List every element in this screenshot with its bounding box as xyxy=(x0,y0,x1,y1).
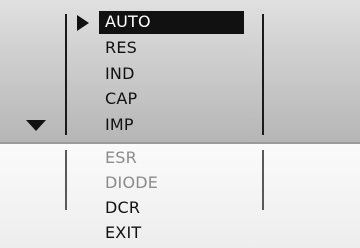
menu-item-ind[interactable]: IND xyxy=(105,64,135,84)
menu-panel-lower xyxy=(0,143,360,248)
menu-item-exit[interactable]: EXIT xyxy=(105,223,141,243)
menu-item-res[interactable]: RES xyxy=(105,38,137,58)
menu-border-left xyxy=(65,14,67,135)
menu-item-esr[interactable]: ESR xyxy=(105,148,137,168)
menu-item-cap[interactable]: CAP xyxy=(105,89,137,109)
menu-item-imp[interactable]: IMP xyxy=(105,115,134,135)
menu-border-right xyxy=(262,14,264,135)
panel-divider xyxy=(0,142,360,144)
selection-cursor-icon xyxy=(77,15,89,31)
menu-border-right-lower xyxy=(262,150,264,210)
menu-border-left-lower xyxy=(65,150,67,210)
scroll-down-icon[interactable] xyxy=(26,120,46,131)
menu-item-diode[interactable]: DIODE xyxy=(105,173,158,193)
menu-item-auto[interactable]: AUTO xyxy=(105,12,151,32)
menu-item-dcr[interactable]: DCR xyxy=(105,198,140,218)
